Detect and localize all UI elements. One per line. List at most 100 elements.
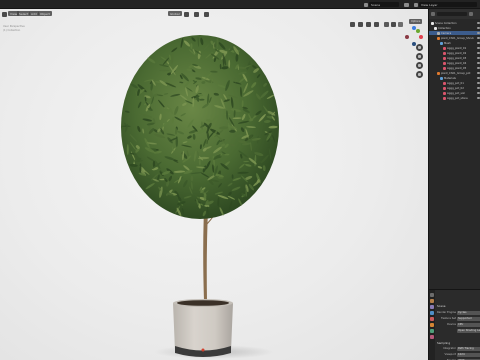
outliner-row-label: Aggg_pot_02: [447, 86, 464, 90]
scene-field[interactable]: Scene: [369, 2, 399, 7]
outliner-row[interactable]: Aggg_pot_stone: [429, 96, 480, 100]
menu-object[interactable]: Object: [38, 11, 52, 16]
property-label: Integrator: [443, 347, 456, 350]
3d-viewport[interactable]: View Select Add Object Global Options Us…: [0, 9, 428, 360]
scene-icon: [364, 2, 368, 7]
outliner-row-label: Aggg_plant_03: [447, 56, 467, 60]
camera-icon: [418, 64, 421, 67]
outliner-row-label: Aggg_plant_01: [447, 46, 467, 50]
property-value-field[interactable]: CPU: [457, 322, 480, 327]
editor-type-button[interactable]: [2, 12, 7, 17]
overlay-toggle-icon[interactable]: [366, 22, 371, 27]
mesh-icon: [440, 76, 443, 80]
outliner-row[interactable]: Camera: [429, 31, 480, 35]
right-panel: Scene Collection Collection Camera plant_Ch…: [428, 9, 480, 360]
shading-solid-icon[interactable]: [384, 22, 389, 27]
outliner-row[interactable]: Aggg_plant_02: [429, 51, 480, 55]
property-row: Open Shading Language: [435, 328, 480, 333]
pin-scene-button[interactable]: [404, 2, 409, 7]
material-icon: [443, 91, 446, 95]
property-value-field[interactable]: 1024: [457, 352, 480, 357]
outliner-row[interactable]: Collection: [429, 26, 480, 30]
scene-tab-icon[interactable]: [430, 317, 434, 321]
outliner-row-label: Materials: [444, 76, 456, 80]
view-layer-selector[interactable]: View Layer: [414, 2, 477, 7]
navigation-gizmo[interactable]: [404, 26, 424, 46]
outliner-row[interactable]: Aggg_plant_03: [429, 56, 480, 60]
property-value-field[interactable]: Cycles: [457, 310, 480, 315]
property-value-field[interactable]: Path Tracing: [457, 346, 480, 351]
pan-button[interactable]: [416, 53, 423, 60]
outliner-row[interactable]: plant_Ch01_Group_Shrub: [429, 36, 480, 40]
object-tab-icon[interactable]: [430, 323, 434, 327]
perspective-toggle-button[interactable]: [416, 71, 423, 78]
material-icon: [443, 51, 446, 55]
property-row: Device CPU: [435, 322, 480, 327]
render-scene: [121, 35, 279, 359]
property-row: Feature Set Supported: [435, 316, 480, 321]
mesh-icon: [440, 41, 443, 45]
outliner-row-label: Camera: [441, 31, 452, 35]
outliner-search-input[interactable]: [437, 12, 467, 16]
object-icon: [437, 36, 440, 40]
outliner-row[interactable]: Materials: [429, 76, 480, 80]
origin-point: [201, 348, 205, 352]
leaf: [214, 43, 216, 48]
axis-x-icon[interactable]: [419, 35, 423, 39]
tool-tab-icon[interactable]: [430, 293, 434, 297]
zoom-icon: [418, 46, 421, 49]
scene-selector[interactable]: Scene: [364, 2, 399, 7]
material-icon: [443, 81, 446, 85]
outliner-row[interactable]: Mesh: [429, 41, 480, 45]
axis-y-icon[interactable]: [416, 29, 420, 33]
proportional-edit-icon[interactable]: [204, 12, 209, 17]
snap-icon[interactable]: [194, 12, 199, 17]
shading-rendered-icon[interactable]: [398, 22, 403, 27]
material-icon: [443, 66, 446, 70]
transform-orientation-dropdown[interactable]: Global: [168, 11, 182, 16]
outliner-row[interactable]: Aggg_pot_01: [429, 81, 480, 85]
property-row: Viewport 1024: [435, 352, 480, 357]
grid-icon: [418, 73, 421, 76]
xray-toggle-icon[interactable]: [374, 22, 379, 27]
pivot-point-icon[interactable]: [184, 12, 189, 17]
view-layer-tab-icon[interactable]: [430, 311, 434, 315]
outliner-row[interactable]: Aggg_plant_01: [429, 46, 480, 50]
zoom-button[interactable]: [416, 44, 423, 51]
property-label: Feature Set: [441, 317, 456, 320]
outliner-row-label: Scene Collection: [435, 21, 457, 25]
properties-editor: Scene Render Engine Cycles Feature Set Supp…: [429, 289, 480, 360]
outliner-row[interactable]: Aggg_pot_02: [429, 86, 480, 90]
axis-neg-x-icon[interactable]: [405, 35, 409, 39]
outliner-row[interactable]: Aggg_plant_05: [429, 66, 480, 70]
property-label: Render Engine: [437, 311, 456, 314]
material-icon: [443, 56, 446, 60]
outliner-row[interactable]: plant_Ch01_Group_pot: [429, 71, 480, 75]
camera-view-button[interactable]: [416, 62, 423, 69]
outliner[interactable]: Scene Collection Collection Camera plant_Ch…: [429, 20, 480, 290]
top-bar: Scene View Layer: [0, 0, 480, 9]
outliner-row[interactable]: Scene Collection: [429, 21, 480, 25]
sampling-panel-title[interactable]: Sampling: [437, 341, 450, 345]
outliner-row[interactable]: Aggg_plant_04: [429, 61, 480, 65]
shading-material-icon[interactable]: [391, 22, 396, 27]
outliner-row-label: Aggg_pot_01: [447, 81, 464, 85]
view-layer-field[interactable]: View Layer: [419, 2, 477, 7]
render-tab-icon[interactable]: [430, 299, 434, 303]
options-dropdown[interactable]: Options: [409, 19, 423, 24]
property-value-field[interactable]: Supported: [457, 316, 480, 321]
filter-icon[interactable]: [469, 12, 473, 16]
object-type-visibility-icon[interactable]: [350, 22, 355, 27]
outliner-editor-icon[interactable]: [431, 12, 435, 16]
modifier-tab-icon[interactable]: [430, 329, 434, 333]
properties-section-title: Scene: [437, 304, 446, 308]
property-value-field[interactable]: Open Shading Language: [457, 328, 480, 333]
outliner-row-label: Aggg_plant_02: [447, 51, 467, 55]
camera-icon: [437, 31, 440, 35]
material-icon: [443, 61, 446, 65]
outliner-row[interactable]: Aggg_pot_soil: [429, 91, 480, 95]
viewport-gizmo-toggle-icon[interactable]: [358, 22, 363, 27]
output-tab-icon[interactable]: [430, 305, 434, 309]
material-tab-icon[interactable]: [430, 335, 434, 339]
plant-pot: [173, 303, 233, 355]
